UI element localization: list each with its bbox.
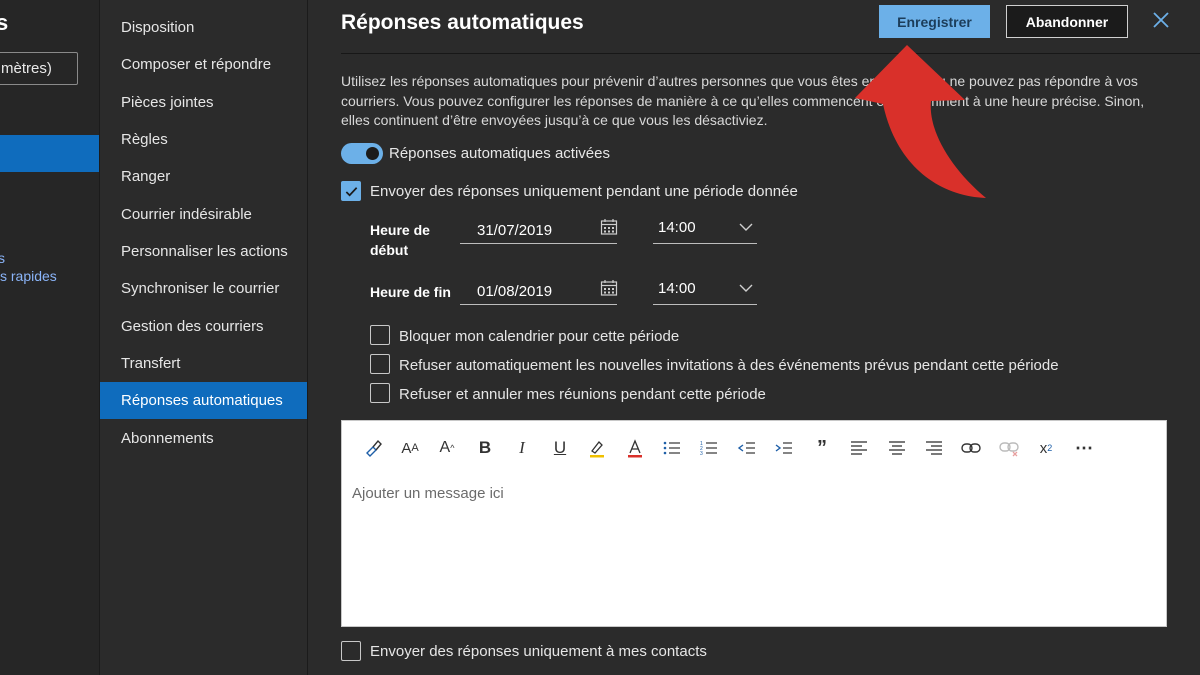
align-left-icon[interactable] bbox=[846, 435, 872, 461]
period-checkbox[interactable] bbox=[341, 181, 361, 201]
more-icon[interactable]: ⋯ bbox=[1071, 435, 1097, 461]
start-date-value: 31/07/2019 bbox=[477, 222, 553, 239]
nav-item-regles[interactable]: Règles bbox=[100, 121, 307, 158]
align-center-icon[interactable] bbox=[884, 435, 910, 461]
nav-item-courrier-indesirable[interactable]: Courrier indésirable bbox=[100, 196, 307, 233]
start-time-label-line2: début bbox=[370, 242, 409, 258]
start-date-field[interactable]: 31/07/2019 bbox=[460, 215, 618, 244]
contacts-only-label: Envoyer des réponses uniquement à mes co… bbox=[370, 643, 707, 660]
selected-category-highlight[interactable] bbox=[0, 135, 99, 172]
bold-icon[interactable]: B bbox=[472, 435, 498, 461]
page-title: Réponses automatiques bbox=[341, 11, 584, 34]
block-calendar-label: Bloquer mon calendrier pour cette périod… bbox=[399, 328, 680, 345]
contacts-only-checkbox[interactable] bbox=[341, 641, 361, 661]
nav-item-composer[interactable]: Composer et répondre bbox=[100, 46, 307, 83]
italic-icon[interactable]: I bbox=[509, 435, 535, 461]
svg-text:3: 3 bbox=[700, 451, 703, 457]
end-time-value: 14:00 bbox=[658, 280, 696, 297]
calendar-icon[interactable] bbox=[600, 218, 618, 236]
header-divider bbox=[341, 53, 1200, 54]
superscript-icon[interactable]: x2 bbox=[1033, 435, 1059, 461]
bullets-icon[interactable] bbox=[659, 435, 685, 461]
cancel-meetings-checkbox[interactable] bbox=[370, 383, 390, 403]
panel-title-fragment: s bbox=[0, 10, 8, 36]
settings-nav: Disposition Composer et répondre Pièces … bbox=[100, 0, 308, 675]
nav-item-disposition[interactable]: Disposition bbox=[100, 9, 307, 46]
nav-item-ranger[interactable]: Ranger bbox=[100, 158, 307, 195]
close-icon[interactable] bbox=[1149, 8, 1173, 32]
save-button[interactable]: Enregistrer bbox=[879, 5, 990, 38]
decline-invitations-checkbox[interactable] bbox=[370, 354, 390, 374]
end-time-label: Heure de fin bbox=[370, 284, 451, 300]
nav-item-personnaliser[interactable]: Personnaliser les actions bbox=[100, 233, 307, 270]
align-right-icon[interactable] bbox=[921, 435, 947, 461]
decline-invitations-label: Refuser automatiquement les nouvelles in… bbox=[399, 357, 1059, 374]
font-grow-icon[interactable]: A ^ bbox=[434, 435, 460, 461]
highlight-icon[interactable] bbox=[584, 435, 610, 461]
numbering-icon[interactable]: 123 bbox=[696, 435, 722, 461]
nav-item-pieces-jointes[interactable]: Pièces jointes bbox=[100, 84, 307, 121]
calendar-icon[interactable] bbox=[600, 279, 618, 297]
unlink-icon[interactable] bbox=[996, 435, 1022, 461]
start-time-value: 14:00 bbox=[658, 219, 696, 236]
message-editor[interactable]: AA A ^ B I U 123 ” x 2 ⋯ Ajouter un mess… bbox=[341, 420, 1167, 627]
format-painter-icon[interactable] bbox=[360, 435, 386, 461]
nav-item-gestion[interactable]: Gestion des courriers bbox=[100, 308, 307, 345]
underline-icon[interactable]: U bbox=[547, 435, 573, 461]
settings-search-button[interactable]: mètres) bbox=[0, 52, 78, 85]
left-panel: s mètres) s s rapides bbox=[0, 0, 100, 675]
font-color-icon[interactable] bbox=[622, 435, 648, 461]
start-time-label: Heure de début bbox=[370, 220, 430, 260]
start-time-dropdown[interactable]: 14:00 bbox=[653, 215, 757, 244]
period-checkbox-label: Envoyer des réponses uniquement pendant … bbox=[370, 183, 798, 200]
increase-indent-icon[interactable] bbox=[771, 435, 797, 461]
nav-item-synchroniser[interactable]: Synchroniser le courrier bbox=[100, 270, 307, 307]
nav-item-transfert[interactable]: Transfert bbox=[100, 345, 307, 382]
block-calendar-checkbox[interactable] bbox=[370, 325, 390, 345]
toggle-label: Réponses automatiques activées bbox=[389, 145, 610, 162]
message-input[interactable]: Ajouter un message ici bbox=[352, 485, 504, 502]
start-time-label-line1: Heure de bbox=[370, 222, 430, 238]
nav-item-abonnements[interactable]: Abonnements bbox=[100, 420, 307, 457]
link-icon[interactable] bbox=[958, 435, 984, 461]
quote-icon[interactable]: ” bbox=[809, 435, 835, 461]
auto-replies-panel: Réponses automatiques Enregistrer Abando… bbox=[308, 0, 1200, 675]
panel-link-fragment[interactable]: s bbox=[0, 250, 5, 266]
chevron-down-icon bbox=[738, 220, 754, 232]
intro-text: Utilisez les réponses automatiques pour … bbox=[341, 73, 1145, 128]
nav-item-reponses-automatiques[interactable]: Réponses automatiques bbox=[100, 382, 307, 419]
quick-settings-link[interactable]: s rapides bbox=[0, 268, 57, 284]
font-size-icon[interactable]: AA bbox=[397, 435, 423, 461]
end-date-value: 01/08/2019 bbox=[477, 283, 553, 300]
discard-button[interactable]: Abandonner bbox=[1006, 5, 1128, 38]
end-time-dropdown[interactable]: 14:00 bbox=[653, 276, 757, 305]
auto-replies-toggle[interactable] bbox=[341, 143, 383, 164]
toggle-knob bbox=[366, 147, 379, 160]
decrease-indent-icon[interactable] bbox=[734, 435, 760, 461]
end-date-field[interactable]: 01/08/2019 bbox=[460, 276, 618, 305]
cancel-meetings-label: Refuser et annuler mes réunions pendant … bbox=[399, 386, 766, 403]
chevron-down-icon bbox=[738, 281, 754, 293]
